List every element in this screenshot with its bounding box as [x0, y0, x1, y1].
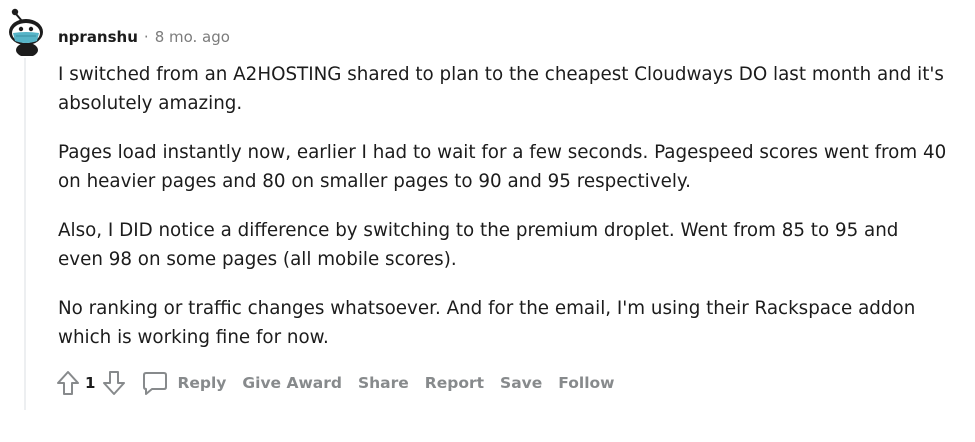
comment-body: I switched from an A2HOSTING shared to p… [58, 60, 948, 372]
follow-button[interactable]: Follow [550, 368, 622, 398]
save-button[interactable]: Save [492, 368, 550, 398]
downvote-arrow-icon [103, 371, 126, 395]
comment-paragraph: Pages load instantly now, earlier I had … [58, 142, 947, 192]
thread-line[interactable] [24, 58, 26, 410]
avatar[interactable] [6, 4, 48, 57]
timestamp[interactable]: 8 mo. ago [155, 28, 230, 46]
downvote-button[interactable] [101, 369, 127, 397]
comment-header: npranshu · 8 mo. ago [58, 26, 230, 48]
reply-button[interactable]: Reply [141, 368, 234, 398]
speech-bubble-icon [143, 372, 168, 395]
comment-actions: 1 Reply Give Award Share Report Save Fol… [55, 368, 623, 398]
username-link[interactable]: npranshu [58, 28, 138, 46]
reply-label: Reply [177, 374, 227, 392]
upvote-button[interactable] [55, 369, 81, 397]
comment-paragraph: Also, I DID notice a difference by switc… [58, 220, 899, 270]
upvote-arrow-icon [57, 371, 79, 395]
give-award-button[interactable]: Give Award [234, 368, 350, 398]
share-button[interactable]: Share [350, 368, 417, 398]
meta-separator: · [143, 28, 149, 46]
comment-paragraph: No ranking or traffic changes whatsoever… [58, 298, 916, 348]
comment-paragraph: I switched from an A2HOSTING shared to p… [58, 64, 944, 114]
comment: npranshu · 8 mo. ago I switched from an … [0, 0, 975, 442]
snoo-avatar-icon [9, 8, 43, 57]
report-button[interactable]: Report [417, 368, 492, 398]
vote-score: 1 [85, 374, 96, 392]
